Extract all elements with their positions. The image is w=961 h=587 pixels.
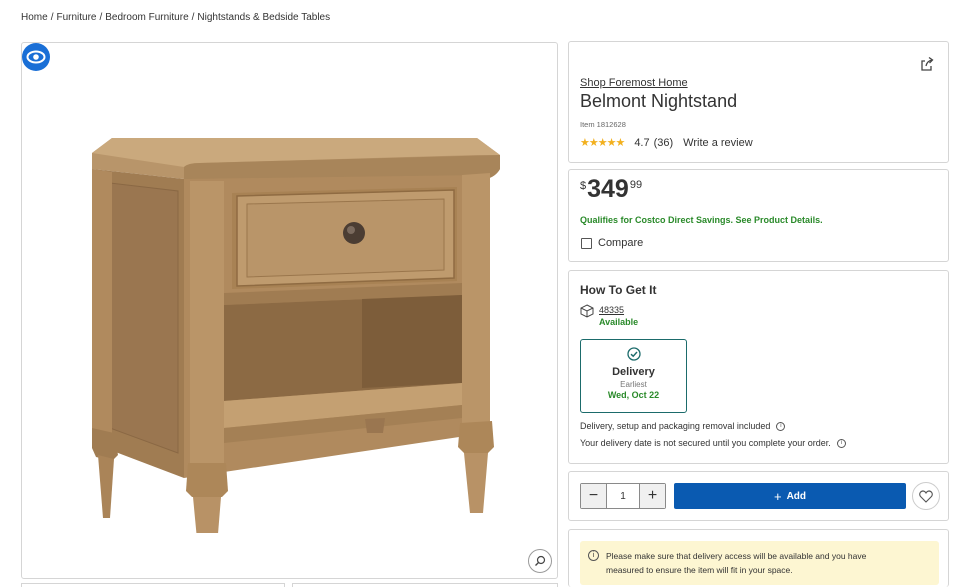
item-number: Item 1812628: [580, 120, 626, 129]
notice-text-line-1: Please make sure that delivery access wi…: [606, 551, 867, 561]
info-icon[interactable]: i: [836, 438, 846, 448]
availability-status: Available: [599, 317, 639, 327]
product-image-panel: [21, 42, 558, 579]
magnifier-icon[interactable]: [528, 549, 552, 573]
quantity-decrease-button[interactable]: −: [581, 484, 607, 508]
brand-link[interactable]: Shop Foremost Home: [580, 77, 688, 89]
info-icon[interactable]: i: [776, 421, 786, 431]
breadcrumb-home[interactable]: Home: [21, 12, 48, 23]
delivery-note-setup: Delivery, setup and packaging removal in…: [580, 421, 786, 431]
write-review-link[interactable]: Write a review: [683, 137, 752, 149]
breadcrumb-separator: /: [191, 12, 195, 23]
share-icon[interactable]: [919, 56, 935, 72]
nightstand-photo[interactable]: [82, 83, 502, 533]
delivery-label: Delivery: [612, 366, 655, 378]
delivery-access-notice-card: i Please make sure that delivery access …: [568, 529, 949, 587]
delivery-option[interactable]: Delivery Earliest Wed, Oct 22: [580, 339, 687, 413]
delivery-access-notice: i Please make sure that delivery access …: [580, 541, 939, 585]
delivery-note-setup-text: Delivery, setup and packaging removal in…: [580, 421, 771, 431]
quantity-increase-button[interactable]: +: [639, 484, 665, 508]
price-card: $ 349 99 Qualifies for Costco Direct Sav…: [568, 169, 949, 262]
delivery-note-secure-text: Your delivery date is not secured until …: [580, 438, 831, 448]
thumbnail-strip[interactable]: [21, 583, 285, 587]
thumbnail-strip[interactable]: [292, 583, 558, 587]
direct-savings-link[interactable]: Qualifies for Costco Direct Savings. See…: [580, 215, 823, 225]
price: $ 349 99: [580, 177, 642, 202]
compare-label: Compare: [598, 237, 644, 249]
package-icon: [580, 304, 594, 323]
breadcrumb-separator: /: [99, 12, 103, 23]
add-to-cart-card: − 1 + + Add: [568, 471, 949, 521]
breadcrumb-bedroom-furniture[interactable]: Bedroom Furniture: [105, 12, 188, 23]
how-to-get-title: How To Get It: [580, 283, 657, 297]
quantity-stepper: − 1 +: [580, 483, 666, 509]
how-to-get-card: How To Get It 48335 Available Delivery E…: [568, 270, 949, 464]
breadcrumb-separator: /: [50, 12, 54, 23]
check-circle-icon: [581, 347, 686, 366]
delivery-date: Wed, Oct 22: [607, 390, 660, 400]
add-to-cart-button[interactable]: + Add: [674, 483, 906, 509]
quantity-input[interactable]: 1: [607, 484, 639, 508]
zip-code-link[interactable]: 48335: [599, 304, 638, 316]
notice-text-line-2: measured to ensure the item will fit in …: [606, 565, 793, 575]
add-label: Add: [786, 490, 807, 502]
breadcrumb: Home / Furniture / Bedroom Furniture / Nightst…: [21, 12, 330, 23]
breadcrumb-nightstands[interactable]: Nightstands & Bedside Tables: [197, 12, 330, 23]
heart-icon[interactable]: [912, 482, 940, 510]
product-title-card: Shop Foremost Home Belmont Nightstand It…: [568, 41, 949, 163]
rating-stars[interactable]: ★★★★★: [580, 136, 625, 149]
price-currency: $: [580, 180, 587, 192]
review-count[interactable]: (36): [654, 137, 674, 149]
delivery-zip-row: 48335 Available: [580, 304, 638, 328]
eye-icon[interactable]: [22, 43, 50, 71]
price-cents: 99: [629, 179, 643, 191]
rating-value: 4.7: [634, 136, 650, 149]
delivery-earliest-label: Earliest: [620, 380, 647, 389]
product-name: Belmont Nightstand: [580, 91, 738, 111]
plus-icon: +: [773, 488, 782, 504]
delivery-note-secure: Your delivery date is not secured until …: [580, 438, 846, 448]
compare-checkbox[interactable]: [581, 237, 592, 249]
price-whole: 349: [587, 175, 629, 203]
info-icon: i: [588, 550, 599, 561]
breadcrumb-furniture[interactable]: Furniture: [56, 12, 96, 23]
rating-row: ★★★★★ 4.7 (36) Write a review: [580, 136, 753, 150]
compare-toggle[interactable]: Compare: [581, 237, 643, 249]
